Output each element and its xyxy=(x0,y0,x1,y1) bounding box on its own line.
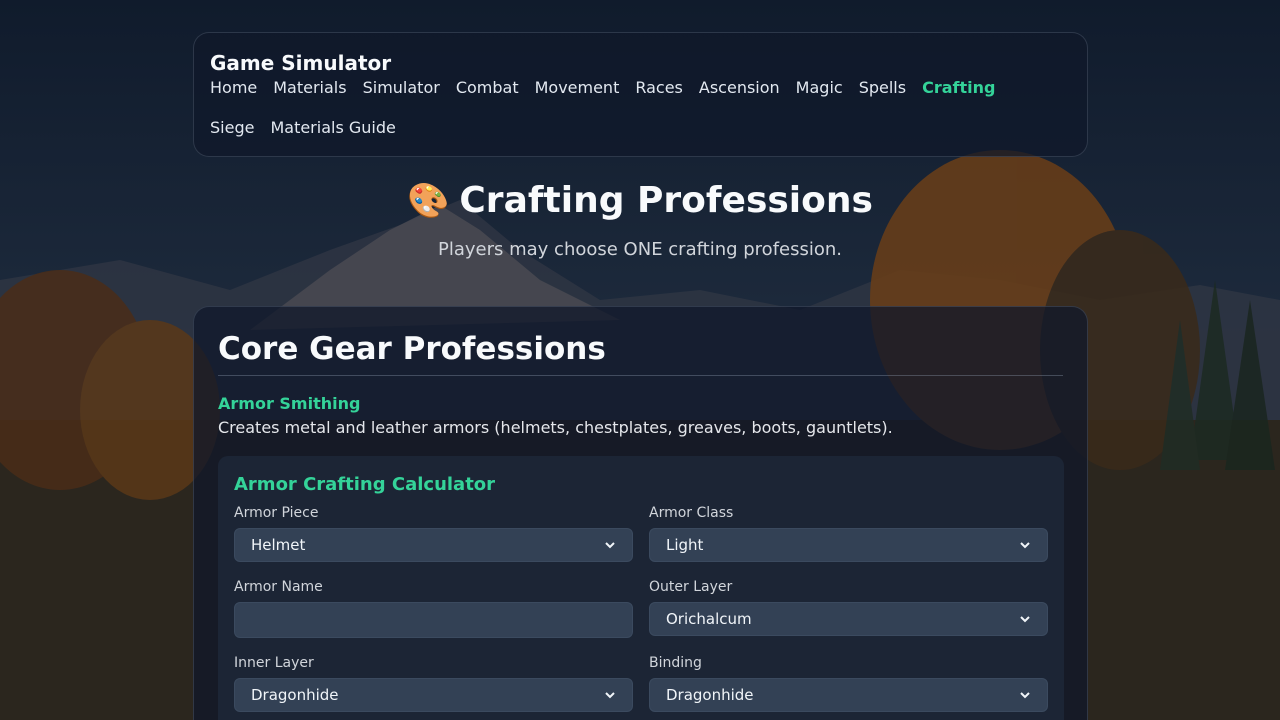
nav-link-siege[interactable]: Siege xyxy=(210,116,254,156)
armor-name-field: Armor Name xyxy=(234,578,633,638)
nav-link-combat[interactable]: Combat xyxy=(456,76,519,116)
calculator-title: Armor Crafting Calculator xyxy=(234,474,496,495)
binding-select[interactable]: Dragonhide xyxy=(649,678,1048,712)
inner-layer-select[interactable]: Dragonhide xyxy=(234,678,633,712)
armor-class-select[interactable]: Light xyxy=(649,528,1048,562)
inner-layer-field: Inner Layer Dragonhide xyxy=(234,654,633,712)
profession-name: Armor Smithing xyxy=(218,394,361,413)
inner-layer-value: Dragonhide xyxy=(251,686,339,704)
binding-label: Binding xyxy=(649,655,702,671)
section-title: Core Gear Professions xyxy=(218,329,1063,376)
outer-layer-label: Outer Layer xyxy=(649,579,733,595)
chevron-down-icon xyxy=(1020,692,1030,699)
nav-link-spells[interactable]: Spells xyxy=(859,76,906,116)
chevron-down-icon xyxy=(1020,542,1030,549)
chevron-down-icon xyxy=(605,542,615,549)
calculator-form: Armor Piece Helmet Armor Class Light Arm… xyxy=(234,504,1048,720)
outer-layer-select[interactable]: Orichalcum xyxy=(649,602,1048,636)
armor-piece-field: Armor Piece Helmet xyxy=(234,504,633,562)
armor-name-input[interactable] xyxy=(234,602,633,638)
site-brand[interactable]: Game Simulator xyxy=(210,51,1071,75)
nav-links: Home Materials Simulator Combat Movement… xyxy=(210,76,1070,156)
top-navigation: Game Simulator Home Materials Simulator … xyxy=(193,32,1088,157)
chevron-down-icon xyxy=(1020,616,1030,623)
armor-class-field: Armor Class Light xyxy=(649,504,1048,562)
nav-link-races[interactable]: Races xyxy=(635,76,683,116)
outer-layer-field: Outer Layer Orichalcum xyxy=(649,578,1048,638)
page-title-text: Crafting Professions xyxy=(459,180,873,221)
nav-link-materials-guide[interactable]: Materials Guide xyxy=(270,116,395,156)
armor-name-label: Armor Name xyxy=(234,579,323,595)
page-title: 🎨 Crafting Professions xyxy=(0,178,1280,224)
palette-icon: 🎨 xyxy=(407,181,450,221)
armor-piece-label: Armor Piece xyxy=(234,505,319,521)
armor-calculator: Armor Crafting Calculator Armor Piece He… xyxy=(218,456,1064,720)
outer-layer-value: Orichalcum xyxy=(666,610,752,628)
binding-value: Dragonhide xyxy=(666,686,754,704)
armor-class-value: Light xyxy=(666,536,704,554)
nav-link-crafting[interactable]: Crafting xyxy=(922,76,995,116)
nav-link-materials[interactable]: Materials xyxy=(273,76,346,116)
nav-link-ascension[interactable]: Ascension xyxy=(699,76,780,116)
armor-piece-select[interactable]: Helmet xyxy=(234,528,633,562)
page-subtitle: Players may choose ONE crafting professi… xyxy=(438,239,842,260)
chevron-down-icon xyxy=(605,692,615,699)
nav-link-movement[interactable]: Movement xyxy=(535,76,620,116)
binding-field: Binding Dragonhide xyxy=(649,654,1048,712)
armor-piece-value: Helmet xyxy=(251,536,306,554)
inner-layer-label: Inner Layer xyxy=(234,655,314,671)
page-header: 🎨 Crafting Professions Players may choose… xyxy=(0,178,1280,260)
profession-description: Creates metal and leather armors (helmet… xyxy=(218,418,893,437)
nav-link-simulator[interactable]: Simulator xyxy=(363,76,440,116)
nav-link-magic[interactable]: Magic xyxy=(796,76,843,116)
nav-link-home[interactable]: Home xyxy=(210,76,257,116)
core-gear-panel: Core Gear Professions Armor Smithing Cre… xyxy=(193,306,1088,720)
armor-class-label: Armor Class xyxy=(649,505,734,521)
